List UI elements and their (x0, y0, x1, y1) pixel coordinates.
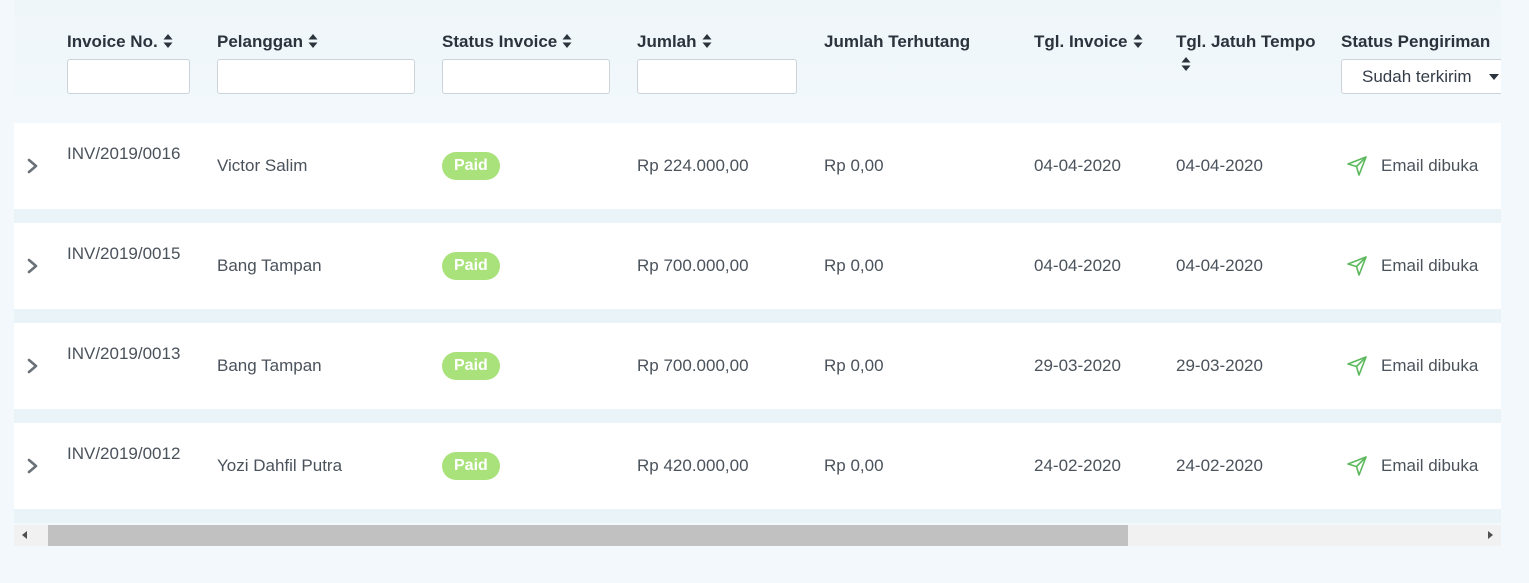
row-divider (14, 409, 1501, 423)
invoice-no-cell[interactable]: INV/2019/0015 (67, 241, 187, 266)
send-icon (1347, 156, 1367, 176)
sort-icon[interactable] (163, 33, 173, 49)
jumlah-terhutang-cell: Rp 0,00 (824, 256, 884, 275)
pelanggan-cell: Bang Tampan (217, 256, 322, 275)
tgl-jatuh-tempo-cell: 24-02-2020 (1176, 456, 1263, 475)
status-pengiriman-cell: Email dibuka (1381, 456, 1479, 475)
jumlah-terhutang-cell: Rp 0,00 (824, 456, 884, 475)
chevron-right-icon[interactable] (26, 457, 40, 475)
chevron-right-icon[interactable] (26, 157, 40, 175)
status-pengiriman-cell: Email dibuka (1381, 156, 1479, 175)
paid-status-badge: Paid (442, 152, 500, 180)
table-row[interactable]: INV/2019/0012 Yozi Dahfil Putra Paid Rp … (14, 423, 1501, 509)
column-label: Status Invoice (442, 32, 558, 51)
jumlah-cell: Rp 700.000,00 (637, 356, 749, 375)
column-label: Invoice No. (67, 32, 158, 51)
jumlah-cell: Rp 224.000,00 (637, 156, 749, 175)
column-header-pelanggan[interactable]: Pelanggan (217, 31, 318, 53)
jumlah-cell: Rp 700.000,00 (637, 256, 749, 275)
pelanggan-cell: Bang Tampan (217, 356, 322, 375)
status-invoice-filter-input[interactable] (442, 59, 610, 94)
horizontal-scrollbar[interactable] (14, 525, 1501, 546)
pelanggan-cell: Yozi Dahfil Putra (217, 456, 343, 475)
paid-status-badge: Paid (442, 452, 500, 480)
invoice-no-cell[interactable]: INV/2019/0016 (67, 141, 187, 166)
table-row[interactable]: INV/2019/0016 Victor Salim Paid Rp 224.0… (14, 123, 1501, 209)
invoice-table: Invoice No. Pelanggan Status Invoice Jum… (14, 0, 1501, 548)
scrollbar-thumb[interactable] (48, 525, 1128, 546)
column-header-status-invoice[interactable]: Status Invoice (442, 31, 572, 53)
jumlah-terhutang-cell: Rp 0,00 (824, 156, 884, 175)
table-header: Invoice No. Pelanggan Status Invoice Jum… (14, 0, 1501, 123)
tgl-invoice-cell: 04-04-2020 (1034, 156, 1121, 175)
column-label: Tgl. Jatuh Tempo (1176, 32, 1316, 51)
invoice-no-filter-input[interactable] (67, 59, 190, 94)
column-label: Status Pengiriman (1341, 32, 1491, 51)
pelanggan-cell: Victor Salim (217, 156, 308, 175)
status-pengiriman-select[interactable]: Sudah terkirim (1341, 59, 1501, 94)
column-header-tgl-jatuh-tempo[interactable]: Tgl. Jatuh Tempo (1176, 31, 1315, 72)
paid-status-badge: Paid (442, 252, 500, 280)
jumlah-filter-input[interactable] (637, 59, 797, 94)
scroll-right-arrow-icon[interactable] (1481, 525, 1501, 546)
column-label: Jumlah Terhutang (824, 32, 971, 51)
column-header-jumlah-terhutang: Jumlah Terhutang (824, 31, 970, 53)
row-divider (14, 309, 1501, 323)
sort-icon[interactable] (1181, 56, 1191, 72)
sort-icon[interactable] (562, 33, 572, 49)
jumlah-terhutang-cell: Rp 0,00 (824, 356, 884, 375)
status-pengiriman-cell: Email dibuka (1381, 256, 1479, 275)
column-header-status-pengiriman: Status Pengiriman (1341, 31, 1490, 53)
scroll-left-arrow-icon[interactable] (14, 525, 34, 546)
jumlah-cell: Rp 420.000,00 (637, 456, 749, 475)
chevron-right-icon[interactable] (26, 357, 40, 375)
tgl-jatuh-tempo-cell: 04-04-2020 (1176, 156, 1263, 175)
sort-icon[interactable] (702, 33, 712, 49)
send-icon (1347, 356, 1367, 376)
invoice-no-cell[interactable]: INV/2019/0013 (67, 341, 187, 366)
table-row[interactable]: INV/2019/0013 Bang Tampan Paid Rp 700.00… (14, 323, 1501, 409)
paid-status-badge: Paid (442, 352, 500, 380)
select-value: Sudah terkirim (1362, 67, 1472, 86)
column-label: Tgl. Invoice (1034, 32, 1128, 51)
tgl-invoice-cell: 24-02-2020 (1034, 456, 1121, 475)
table-row[interactable]: INV/2019/0015 Bang Tampan Paid Rp 700.00… (14, 223, 1501, 309)
column-label: Pelanggan (217, 32, 303, 51)
column-header-tgl-invoice[interactable]: Tgl. Invoice (1034, 31, 1143, 53)
status-pengiriman-cell: Email dibuka (1381, 356, 1479, 375)
caret-down-icon (1489, 74, 1499, 80)
column-header-jumlah[interactable]: Jumlah (637, 31, 712, 53)
send-icon (1347, 256, 1367, 276)
pelanggan-filter-input[interactable] (217, 59, 415, 94)
row-divider (14, 209, 1501, 223)
column-label: Jumlah (637, 32, 697, 51)
tgl-invoice-cell: 04-04-2020 (1034, 256, 1121, 275)
sort-icon[interactable] (1133, 33, 1143, 49)
column-header-invoice-no[interactable]: Invoice No. (67, 31, 173, 53)
tgl-invoice-cell: 29-03-2020 (1034, 356, 1121, 375)
tgl-jatuh-tempo-cell: 29-03-2020 (1176, 356, 1263, 375)
sort-icon[interactable] (308, 33, 318, 49)
send-icon (1347, 456, 1367, 476)
row-divider (14, 509, 1501, 523)
invoice-no-cell[interactable]: INV/2019/0012 (67, 441, 187, 466)
chevron-right-icon[interactable] (26, 257, 40, 275)
tgl-jatuh-tempo-cell: 04-04-2020 (1176, 256, 1263, 275)
